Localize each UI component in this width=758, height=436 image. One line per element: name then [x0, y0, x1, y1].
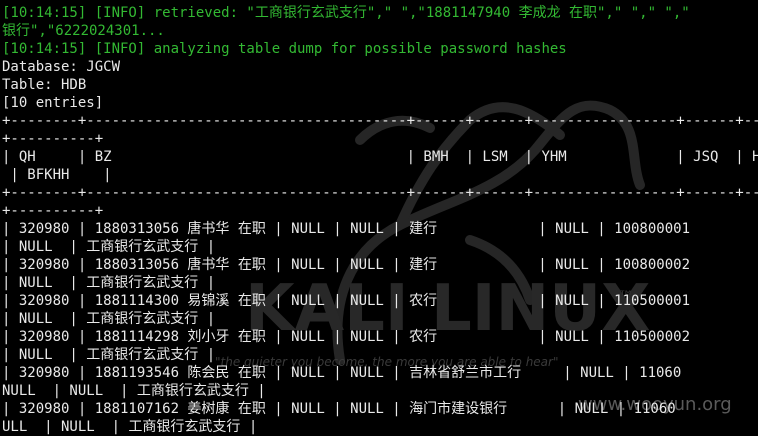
table-row: | 320980 | 1881114300 易锦溪 在职 | NULL | NU…	[2, 293, 691, 309]
database-line: Database: JGCW	[2, 59, 121, 75]
entries-count-line: [10 entries]	[2, 95, 104, 111]
table-row: | 320980 | 1880313056 唐书华 在职 | NULL | NU…	[2, 221, 691, 237]
terminal-output: [10:14:15] [INFO] retrieved: "工商银行玄武支行",…	[2, 4, 758, 436]
table-border: +----------+	[2, 203, 104, 219]
table-row: | NULL | 工商银行玄武支行 |	[2, 275, 216, 291]
table-row: | NULL | 工商银行玄武支行 |	[2, 311, 216, 327]
table-row: | NULL | 工商银行玄武支行 |	[2, 347, 216, 363]
log-line: [10:14:15] [INFO] analyzing table dump f…	[2, 41, 567, 57]
table-border: +--------+------------------------------…	[2, 113, 758, 129]
log-line: 银行","6222024301...	[2, 23, 165, 39]
table-border: +----------+	[2, 131, 104, 147]
log-line: [10:14:15] [INFO] retrieved: "工商银行玄武支行",…	[2, 5, 690, 21]
table-row: | NULL | 工商银行玄武支行 |	[2, 239, 216, 255]
table-row: | 320980 | 1881114298 刘小牙 在职 | NULL | NU…	[2, 329, 691, 345]
table-name-line: Table: HDB	[2, 77, 87, 93]
table-row: NULL | NULL | 工商银行玄武支行 |	[2, 383, 266, 399]
table-header: | BFKHH |	[2, 167, 112, 183]
table-row: | 320980 | 1880313056 唐书华 在职 | NULL | NU…	[2, 257, 691, 273]
table-row: ULL | NULL | 工商银行玄武支行 |	[2, 419, 258, 435]
table-row: | 320980 | 1881193546 陈会民 在职 | NULL | NU…	[2, 365, 682, 381]
table-header: | QH | BZ | BMH | LSM | YHM | JSQ | HDH …	[2, 149, 758, 165]
table-border: +--------+------------------------------…	[2, 185, 758, 201]
table-row: | 320980 | 1881107162 姜树康 在职 | NULL | NU…	[2, 401, 676, 417]
